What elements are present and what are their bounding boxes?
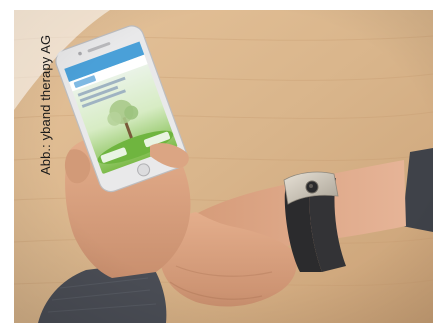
photo-credit: Abb.: yband therapy AG	[38, 34, 53, 175]
product-photo	[0, 0, 433, 323]
photo-frame: Abb.: yband therapy AG	[0, 0, 433, 323]
